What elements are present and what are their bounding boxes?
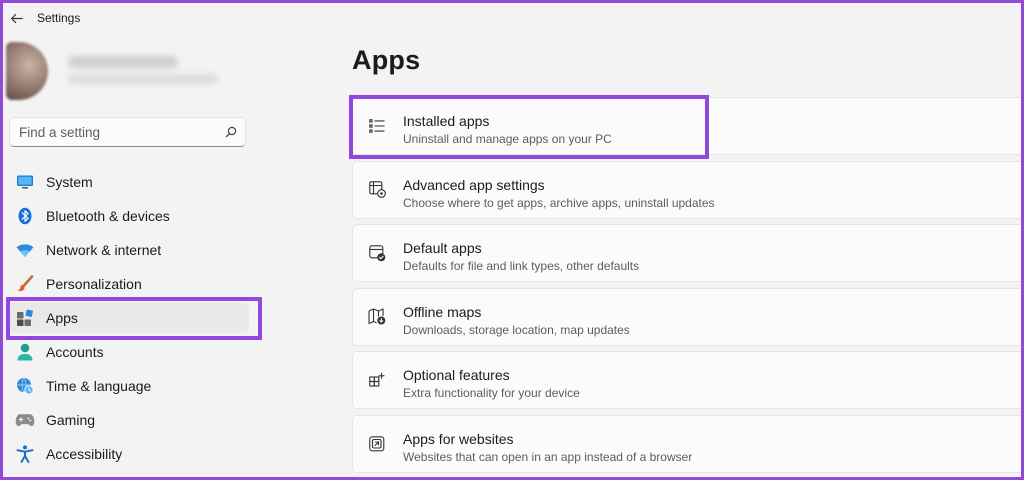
search-input[interactable]: [10, 118, 215, 146]
add-grid-icon: [368, 371, 386, 389]
apps-icon: [15, 308, 35, 328]
globe-clock-icon: [15, 376, 35, 396]
paintbrush-icon: [15, 274, 35, 294]
sidebar-item-label: Gaming: [46, 412, 96, 428]
sidebar-item-label: Bluetooth & devices: [46, 208, 170, 224]
sidebar-item-bluetooth[interactable]: Bluetooth & devices: [9, 201, 249, 231]
profile-name-redacted: [68, 56, 178, 68]
accessibility-icon: [15, 444, 35, 464]
sidebar-item-gaming[interactable]: Gaming: [9, 405, 249, 435]
sidebar-item-label: Time & language: [46, 378, 152, 394]
sidebar-item-personalization[interactable]: Personalization: [9, 269, 249, 299]
sidebar-nav: System Bluetooth & devices Network & int…: [9, 167, 249, 473]
card-title: Installed apps: [403, 113, 490, 129]
sidebar-item-label: Accounts: [46, 344, 104, 360]
card-title: Advanced app settings: [403, 176, 545, 193]
user-profile[interactable]: [6, 42, 256, 102]
sidebar-item-system[interactable]: System: [9, 167, 249, 197]
profile-email-redacted: [68, 74, 218, 84]
back-button[interactable]: [6, 8, 26, 28]
card-description: Websites that can open in an app instead…: [403, 449, 693, 464]
card-advanced-app-settings[interactable]: Advanced app settings Choose where to ge…: [352, 160, 1024, 219]
sidebar-item-label: Network & internet: [46, 242, 162, 258]
sidebar-item-accounts[interactable]: Accounts: [9, 337, 249, 367]
apps-settings-list: Installed apps Uninstall and manage apps…: [352, 97, 1024, 478]
app-settings-icon: [368, 181, 386, 199]
wifi-icon: [15, 240, 35, 260]
card-description: Defaults for file and link types, other …: [403, 259, 640, 273]
card-title: Apps for websites: [403, 430, 514, 447]
default-apps-icon: [368, 244, 386, 262]
card-description: Uninstall and manage apps on your PC: [403, 132, 612, 146]
map-download-icon: [368, 308, 386, 326]
card-optional-features[interactable]: Optional features Extra functionality fo…: [352, 351, 1024, 409]
card-description: Choose where to get apps, archive apps, …: [403, 195, 715, 210]
card-default-apps[interactable]: Default apps Defaults for file and link …: [352, 224, 1024, 282]
card-title: Offline maps: [403, 303, 482, 320]
open-in-app-icon: [368, 435, 386, 453]
person-icon: [15, 342, 35, 362]
card-title: Optional features: [403, 367, 510, 383]
window-title: Settings: [37, 11, 81, 25]
search-icon[interactable]: [225, 126, 237, 138]
list-icon: [368, 117, 386, 135]
card-apps-for-websites[interactable]: Apps for websites Websites that can open…: [352, 414, 1024, 473]
sidebar-item-label: Personalization: [46, 276, 142, 292]
sidebar-item-network[interactable]: Network & internet: [9, 235, 249, 265]
card-installed-apps[interactable]: Installed apps Uninstall and manage apps…: [352, 97, 1024, 155]
card-offline-maps[interactable]: Offline maps Downloads, storage location…: [352, 287, 1024, 346]
sidebar-item-time-language[interactable]: Time & language: [9, 371, 249, 401]
sidebar-item-accessibility[interactable]: Accessibility: [9, 439, 249, 469]
search-box[interactable]: [9, 117, 246, 147]
avatar: [6, 42, 48, 100]
gamepad-icon: [15, 410, 35, 430]
card-description: Downloads, storage location, map updates: [403, 322, 630, 337]
title-bar: Settings: [0, 0, 1024, 36]
monitor-icon: [15, 172, 35, 192]
sidebar-item-apps[interactable]: Apps: [9, 303, 249, 333]
card-title: Default apps: [403, 240, 482, 256]
back-arrow-icon: [10, 13, 23, 23]
page-title: Apps: [352, 45, 421, 75]
sidebar-item-label: Accessibility: [46, 446, 123, 462]
card-description: Extra functionality for your device: [403, 386, 580, 400]
sidebar-item-label: System: [46, 174, 93, 190]
bluetooth-icon: [15, 206, 35, 226]
sidebar-item-label: Apps: [46, 310, 78, 326]
